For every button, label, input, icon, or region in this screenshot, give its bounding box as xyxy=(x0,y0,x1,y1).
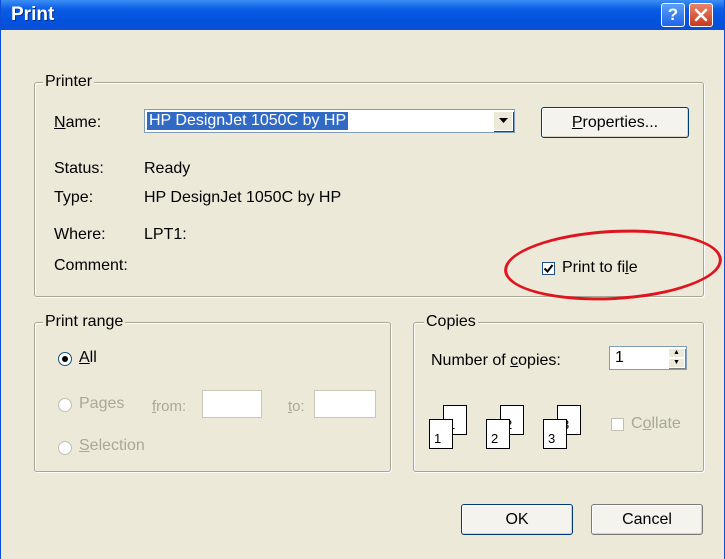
page-number: 3 xyxy=(548,431,556,446)
copies-spinner[interactable]: 1 ▲ ▼ xyxy=(609,346,687,370)
radio-selected-dot xyxy=(62,356,68,362)
copies-value: 1 xyxy=(615,349,624,366)
window-title: Print xyxy=(11,4,55,25)
comment-label: Comment: xyxy=(54,257,128,274)
page-front: 2 xyxy=(486,419,510,449)
type-label: Type: xyxy=(54,189,94,206)
selection-label: Selection xyxy=(79,437,145,454)
cancel-button[interactable]: Cancel xyxy=(591,504,703,535)
help-button[interactable]: ? xyxy=(661,3,685,27)
collate-stack-3: 3 3 xyxy=(543,405,583,450)
properties-button[interactable]: Properties... xyxy=(541,107,689,138)
type-value: HP DesignJet 1050C by HP xyxy=(144,189,342,206)
page-front: 3 xyxy=(543,419,567,449)
printer-name-value: HP DesignJet 1050C by HP xyxy=(147,112,349,130)
pages-radio[interactable] xyxy=(58,398,72,412)
printer-group-legend: Printer xyxy=(43,73,95,91)
cancel-label: Cancel xyxy=(622,510,672,528)
page-number: 1 xyxy=(434,431,442,446)
close-icon xyxy=(694,8,708,22)
collate-stack-1: 1 1 xyxy=(429,405,469,450)
collate-stack-2: 2 2 xyxy=(486,405,526,450)
title-bar[interactable]: Print ? xyxy=(1,0,724,30)
dropdown-button[interactable] xyxy=(493,111,513,131)
ok-button[interactable]: OK xyxy=(461,504,573,535)
close-button[interactable] xyxy=(689,3,713,27)
to-input[interactable] xyxy=(314,390,376,418)
spin-down-icon[interactable]: ▼ xyxy=(668,358,685,368)
page-front: 1 xyxy=(429,419,453,449)
page-number: 2 xyxy=(491,431,499,446)
printer-name-select[interactable]: HP DesignJet 1050C by HP xyxy=(144,109,515,133)
selection-radio[interactable] xyxy=(58,441,72,455)
all-radio[interactable] xyxy=(58,352,72,366)
number-of-copies-label: Number of copies: xyxy=(431,352,561,369)
to-label: to: xyxy=(288,398,305,415)
name-label: Name: xyxy=(54,114,102,131)
status-value: Ready xyxy=(144,160,191,177)
print-dialog: Print ? Printer Name: HP DesignJet 1050C… xyxy=(0,0,725,559)
status-label: Status: xyxy=(54,160,104,177)
collate-label: Collate xyxy=(631,415,681,432)
ok-label: OK xyxy=(505,510,529,528)
copies-legend: Copies xyxy=(424,313,478,331)
from-label: from: xyxy=(152,398,187,415)
from-input[interactable] xyxy=(202,390,262,418)
chevron-down-icon xyxy=(498,118,508,123)
spin-up-icon[interactable]: ▲ xyxy=(668,348,685,358)
where-value: LPT1: xyxy=(144,226,187,243)
spinner-buttons[interactable]: ▲ ▼ xyxy=(668,348,685,368)
print-range-legend: Print range xyxy=(43,313,126,331)
properties-label: Properties... xyxy=(571,113,659,131)
question-mark-icon: ? xyxy=(667,5,679,24)
where-label: Where: xyxy=(54,226,106,243)
collate-checkbox[interactable] xyxy=(611,418,624,431)
pages-label: Pages xyxy=(79,395,125,412)
all-label[interactable]: All xyxy=(79,349,97,367)
